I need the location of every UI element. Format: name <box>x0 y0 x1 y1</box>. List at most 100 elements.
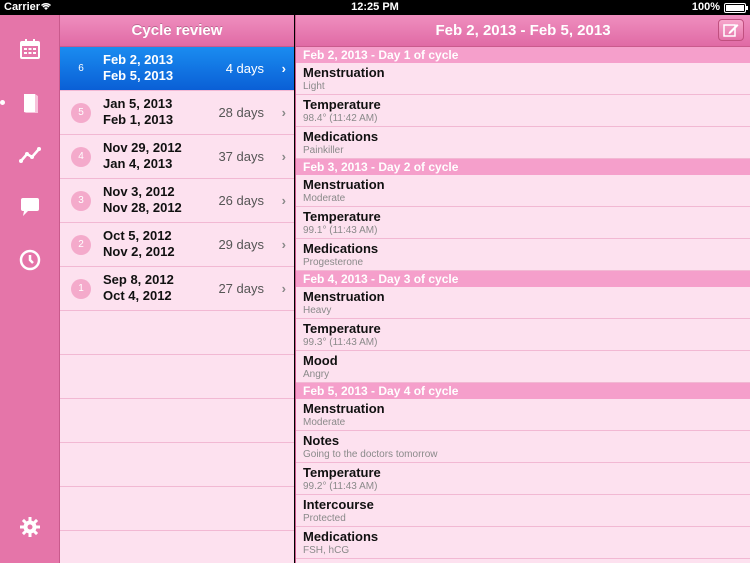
calendar-icon <box>20 39 40 59</box>
log-entry[interactable]: Mood Angry <box>296 351 750 383</box>
cycle-start-date: Sep 8, 2012 <box>103 272 174 287</box>
nav-chart[interactable] <box>0 135 60 175</box>
entry-value: Protected <box>303 513 346 524</box>
entry-title: Menstruation <box>303 401 385 416</box>
entry-value: FSH, hCG <box>303 545 350 556</box>
empty-row <box>60 487 294 531</box>
entry-title: Intercourse <box>303 497 374 512</box>
entry-title: Medications <box>303 129 379 144</box>
entry-value: 99.3° (11:43 AM) <box>303 337 378 348</box>
log-entry[interactable]: Temperature 98.4° (11:42 AM) <box>296 95 750 127</box>
day-section-header: Feb 4, 2013 - Day 3 of cycle <box>296 271 750 287</box>
cycle-row[interactable]: 3 Nov 3, 2012 Nov 28, 2012 26 days › <box>60 179 294 223</box>
entry-value: Going to the doctors tomorrow <box>303 449 438 460</box>
entry-title: Medications <box>303 529 379 544</box>
log-entry[interactable]: Intercourse Protected <box>296 495 750 527</box>
cycle-dates: Jan 5, 2013 Feb 1, 2013 <box>103 96 173 128</box>
log-entry[interactable]: Medications FSH, hCG <box>296 527 750 559</box>
chat-icon <box>21 198 39 216</box>
entry-title: Menstruation <box>303 65 385 80</box>
day-section-header: Feb 5, 2013 - Day 4 of cycle <box>296 383 750 399</box>
entry-value: Progesterone <box>303 257 364 268</box>
cycle-row[interactable]: 1 Sep 8, 2012 Oct 4, 2012 27 days › <box>60 267 294 311</box>
entry-value: 98.4° (11:42 AM) <box>303 113 378 124</box>
cycle-dates: Nov 3, 2012 Nov 28, 2012 <box>103 184 182 216</box>
status-bar: Carrier 12:25 PM 100% <box>0 0 750 15</box>
chevron-right-icon: › <box>281 281 286 296</box>
log-entry[interactable]: Medications Painkiller <box>296 127 750 159</box>
nav-reminders[interactable] <box>0 240 60 280</box>
log-entry[interactable]: Temperature 99.2° (11:43 AM) <box>296 463 750 495</box>
cycle-end-date: Nov 28, 2012 <box>103 200 182 215</box>
cycle-dates: Oct 5, 2012 Nov 2, 2012 <box>103 228 175 260</box>
cycle-end-date: Nov 2, 2012 <box>103 244 175 259</box>
log-entry[interactable]: Menstruation Moderate <box>296 399 750 431</box>
clock-icon <box>19 249 41 271</box>
cycle-number-badge: 5 <box>71 103 91 123</box>
entry-title: Medications <box>303 241 379 256</box>
battery-percent: 100% <box>691 1 720 13</box>
cycle-dates: Sep 8, 2012 Oct 4, 2012 <box>103 272 174 304</box>
log-entry[interactable]: Notes Going to the doctors tomorrow <box>296 431 750 463</box>
cycle-length: 37 days <box>218 149 264 164</box>
cycle-row[interactable]: 6 Feb 2, 2013 Feb 5, 2013 4 days › <box>60 47 294 91</box>
log-entry[interactable]: Menstruation Light <box>296 63 750 95</box>
cycle-row[interactable]: 4 Nov 29, 2012 Jan 4, 2013 37 days › <box>60 135 294 179</box>
log-entry[interactable]: Temperature 99.3° (11:43 AM) <box>296 319 750 351</box>
entry-value: Painkiller <box>303 145 344 156</box>
empty-row <box>60 399 294 443</box>
edit-button[interactable] <box>718 19 744 41</box>
nav-notes[interactable] <box>0 187 60 227</box>
cycle-start-date: Nov 3, 2012 <box>103 184 175 199</box>
nav-settings[interactable] <box>0 507 60 547</box>
cycle-row[interactable]: 2 Oct 5, 2012 Nov 2, 2012 29 days › <box>60 223 294 267</box>
cycle-length: 4 days <box>225 61 264 76</box>
entry-value: Moderate <box>303 193 346 204</box>
clock-time: 12:25 PM <box>351 1 399 13</box>
cycle-length: 26 days <box>218 193 264 208</box>
log-entry[interactable]: Menstruation Moderate <box>296 175 750 207</box>
entry-title: Menstruation <box>303 289 385 304</box>
nav-calendar[interactable] <box>0 29 60 69</box>
cycle-end-date: Oct 4, 2012 <box>103 288 172 303</box>
entry-value: Moderate <box>303 417 346 428</box>
empty-row <box>60 311 294 355</box>
entry-title: Temperature <box>303 209 381 224</box>
entry-title: Notes <box>303 433 340 448</box>
log-entry[interactable]: Menstruation Heavy <box>296 287 750 319</box>
chevron-right-icon: › <box>281 61 286 76</box>
cycle-start-date: Nov 29, 2012 <box>103 140 182 155</box>
cycle-end-date: Feb 5, 2013 <box>103 68 174 83</box>
entry-value: Angry <box>303 369 330 380</box>
day-section-header: Feb 3, 2013 - Day 2 of cycle <box>296 159 750 175</box>
cycle-dates: Feb 2, 2013 Feb 5, 2013 <box>103 52 173 84</box>
entry-value: Heavy <box>303 305 332 316</box>
entry-title: Temperature <box>303 321 381 336</box>
log-entry[interactable]: Temperature 99.1° (11:43 AM) <box>296 207 750 239</box>
nav-journal[interactable] <box>0 83 60 123</box>
entry-value: 99.1° (11:43 AM) <box>303 225 378 236</box>
detail-title: Feb 2, 2013 - Feb 5, 2013 <box>435 22 611 39</box>
entry-title: Mood <box>303 353 338 368</box>
cycle-detail-panel: Feb 2, 2013 - Feb 5, 2013 Feb 2, 2013 - … <box>295 15 750 563</box>
journal-icon <box>24 94 38 113</box>
cycle-number-badge: 1 <box>71 279 91 299</box>
settings-icon <box>20 517 40 537</box>
entry-value: 99.2° (11:43 AM) <box>303 481 378 492</box>
cycle-number-badge: 4 <box>71 147 91 167</box>
cycle-length: 27 days <box>218 281 264 296</box>
nav-rail <box>0 15 60 563</box>
entry-value: Light <box>303 81 325 92</box>
log-entry[interactable]: Medications Progesterone <box>296 239 750 271</box>
entry-title: Menstruation <box>303 177 385 192</box>
cycle-dates: Nov 29, 2012 Jan 4, 2013 <box>103 140 182 172</box>
detail-header: Feb 2, 2013 - Feb 5, 2013 <box>296 15 750 47</box>
chevron-right-icon: › <box>281 149 286 164</box>
chevron-right-icon: › <box>281 237 286 252</box>
chevron-right-icon: › <box>281 105 286 120</box>
cycle-start-date: Oct 5, 2012 <box>103 228 172 243</box>
cycle-length: 29 days <box>218 237 264 252</box>
chevron-right-icon: › <box>281 193 286 208</box>
cycle-row[interactable]: 5 Jan 5, 2013 Feb 1, 2013 28 days › <box>60 91 294 135</box>
cycle-length: 28 days <box>218 105 264 120</box>
